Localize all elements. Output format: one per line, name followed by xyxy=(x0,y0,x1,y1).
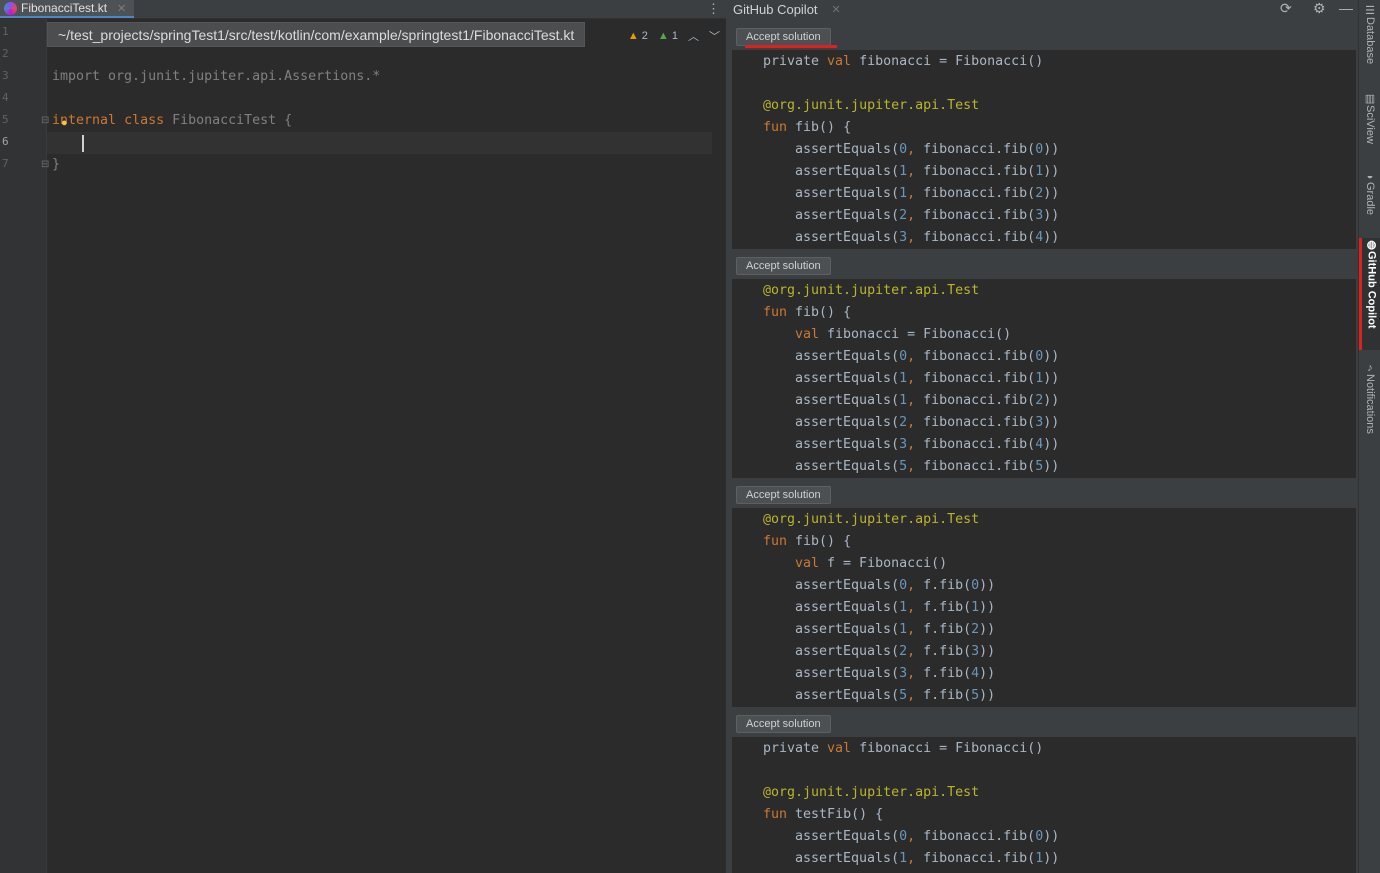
tool-window-database[interactable]: ☰ Database xyxy=(1359,4,1380,76)
more-vertical-icon[interactable]: ⋮ xyxy=(707,1,720,17)
line-number-gutter: 1 2 3 4 5 6 7 ⊟ ⊟ xyxy=(0,19,49,873)
line-number: 5 xyxy=(2,113,9,126)
closing-brace: } xyxy=(52,157,61,172)
solution-code: private val fibonacci = Fibonacci() @org… xyxy=(732,50,1356,249)
gradle-icon: ◒ xyxy=(1364,170,1376,182)
tool-window-label: Notifications xyxy=(1364,374,1376,434)
sciview-icon: ▥ xyxy=(1363,92,1376,105)
tool-window-notifications[interactable]: ♪ Notifications xyxy=(1359,362,1380,454)
tab-fibonacci-test[interactable]: FibonacciTest.kt ✕ xyxy=(0,0,135,18)
gear-icon[interactable]: ⚙ xyxy=(1313,0,1326,17)
inspection-widget[interactable]: ▲ 2 ▲ 1 ︿ ﹀ xyxy=(628,28,720,44)
solution-code: private val fibonacci = Fibonacci() @org… xyxy=(732,737,1356,873)
accept-solution-button[interactable]: Accept solution xyxy=(736,715,831,733)
accept-solution-button[interactable]: Accept solution xyxy=(736,28,831,46)
warning-count: 2 xyxy=(641,30,648,42)
solution-code: @org.junit.jupiter.api.Test fun fib() { … xyxy=(732,508,1356,707)
line-number-current: 6 xyxy=(2,135,9,148)
line-number: 1 xyxy=(2,25,9,38)
accept-solution-button[interactable]: Accept solution xyxy=(736,486,831,504)
tool-window-github-copilot[interactable]: ◍ GitHub Copilot xyxy=(1359,238,1380,350)
copilot-panel: GitHub Copilot ✕ ⟳ ⚙ — Accept solution p… xyxy=(730,0,1358,873)
solution-code: @org.junit.jupiter.api.Test fun fib() { … xyxy=(732,279,1356,478)
tool-window-label: Database xyxy=(1364,17,1376,65)
next-highlight-icon[interactable]: ﹀ xyxy=(709,28,720,44)
weak-warning-icon: ▲ xyxy=(657,30,669,42)
weak-warning-count: 1 xyxy=(671,30,678,42)
class-name: FibonacciTest { xyxy=(172,113,293,128)
tool-window-label: SciView xyxy=(1364,105,1376,144)
copilot-panel-header: GitHub Copilot ✕ ⟳ ⚙ — xyxy=(730,0,1358,18)
accept-solution-button[interactable]: Accept solution xyxy=(736,257,831,275)
kotlin-file-icon xyxy=(4,1,17,15)
line-number: 3 xyxy=(2,69,9,82)
text-caret xyxy=(82,135,84,152)
warning-indicator[interactable]: ▲ 2 xyxy=(628,30,648,42)
copilot-panel-title: GitHub Copilot xyxy=(733,1,818,17)
copilot-icon: ◍ xyxy=(1365,238,1377,251)
solution-header: Accept solution xyxy=(732,709,1356,737)
tool-window-gradle[interactable]: ◒ Gradle xyxy=(1359,170,1380,226)
previous-highlight-icon[interactable]: ︿ xyxy=(688,28,699,44)
line-number: 7 xyxy=(2,157,9,170)
import-statement: import org.junit.jupiter.api.Assertions.… xyxy=(52,69,381,84)
tab-label: FibonacciTest.kt xyxy=(21,1,108,15)
solution-header: Accept solution xyxy=(732,22,1356,50)
editor-tab-bar: FibonacciTest.kt ✕ ⋮ xyxy=(0,0,726,19)
right-tool-strip: ☰ Database ▥ SciView ◒ Gradle ◍ GitHub C… xyxy=(1358,0,1380,873)
tool-window-label: GitHub Copilot xyxy=(1365,251,1378,329)
bell-icon: ♪ xyxy=(1364,362,1376,374)
lightbulb-icon[interactable]: ● xyxy=(61,117,68,129)
weak-warning-indicator[interactable]: ▲ 1 xyxy=(658,30,678,42)
line-number: 2 xyxy=(2,47,9,60)
solution-header: Accept solution xyxy=(732,251,1356,279)
solution-header: Accept solution xyxy=(732,480,1356,508)
class-declaration: internal class FibonacciTest { xyxy=(52,110,292,132)
keyword-class: class xyxy=(124,113,165,128)
selected-underline xyxy=(745,45,837,48)
tool-window-label: Gradle xyxy=(1364,182,1376,216)
tool-window-sciview[interactable]: ▥ SciView xyxy=(1359,92,1380,154)
warning-icon: ▲ xyxy=(627,30,639,42)
current-line-highlight xyxy=(47,132,712,154)
refresh-icon[interactable]: ⟳ xyxy=(1280,0,1292,17)
file-path-tooltip: ~/test_projects/springTest1/src/test/kot… xyxy=(47,22,586,47)
minimize-icon[interactable]: — xyxy=(1339,0,1353,16)
close-icon[interactable]: ✕ xyxy=(117,2,126,15)
line-number: 4 xyxy=(2,91,9,104)
code-editor[interactable]: import org.junit.jupiter.api.Assertions.… xyxy=(47,19,772,873)
close-icon[interactable]: ✕ xyxy=(832,3,841,16)
database-icon: ☰ xyxy=(1363,4,1376,17)
